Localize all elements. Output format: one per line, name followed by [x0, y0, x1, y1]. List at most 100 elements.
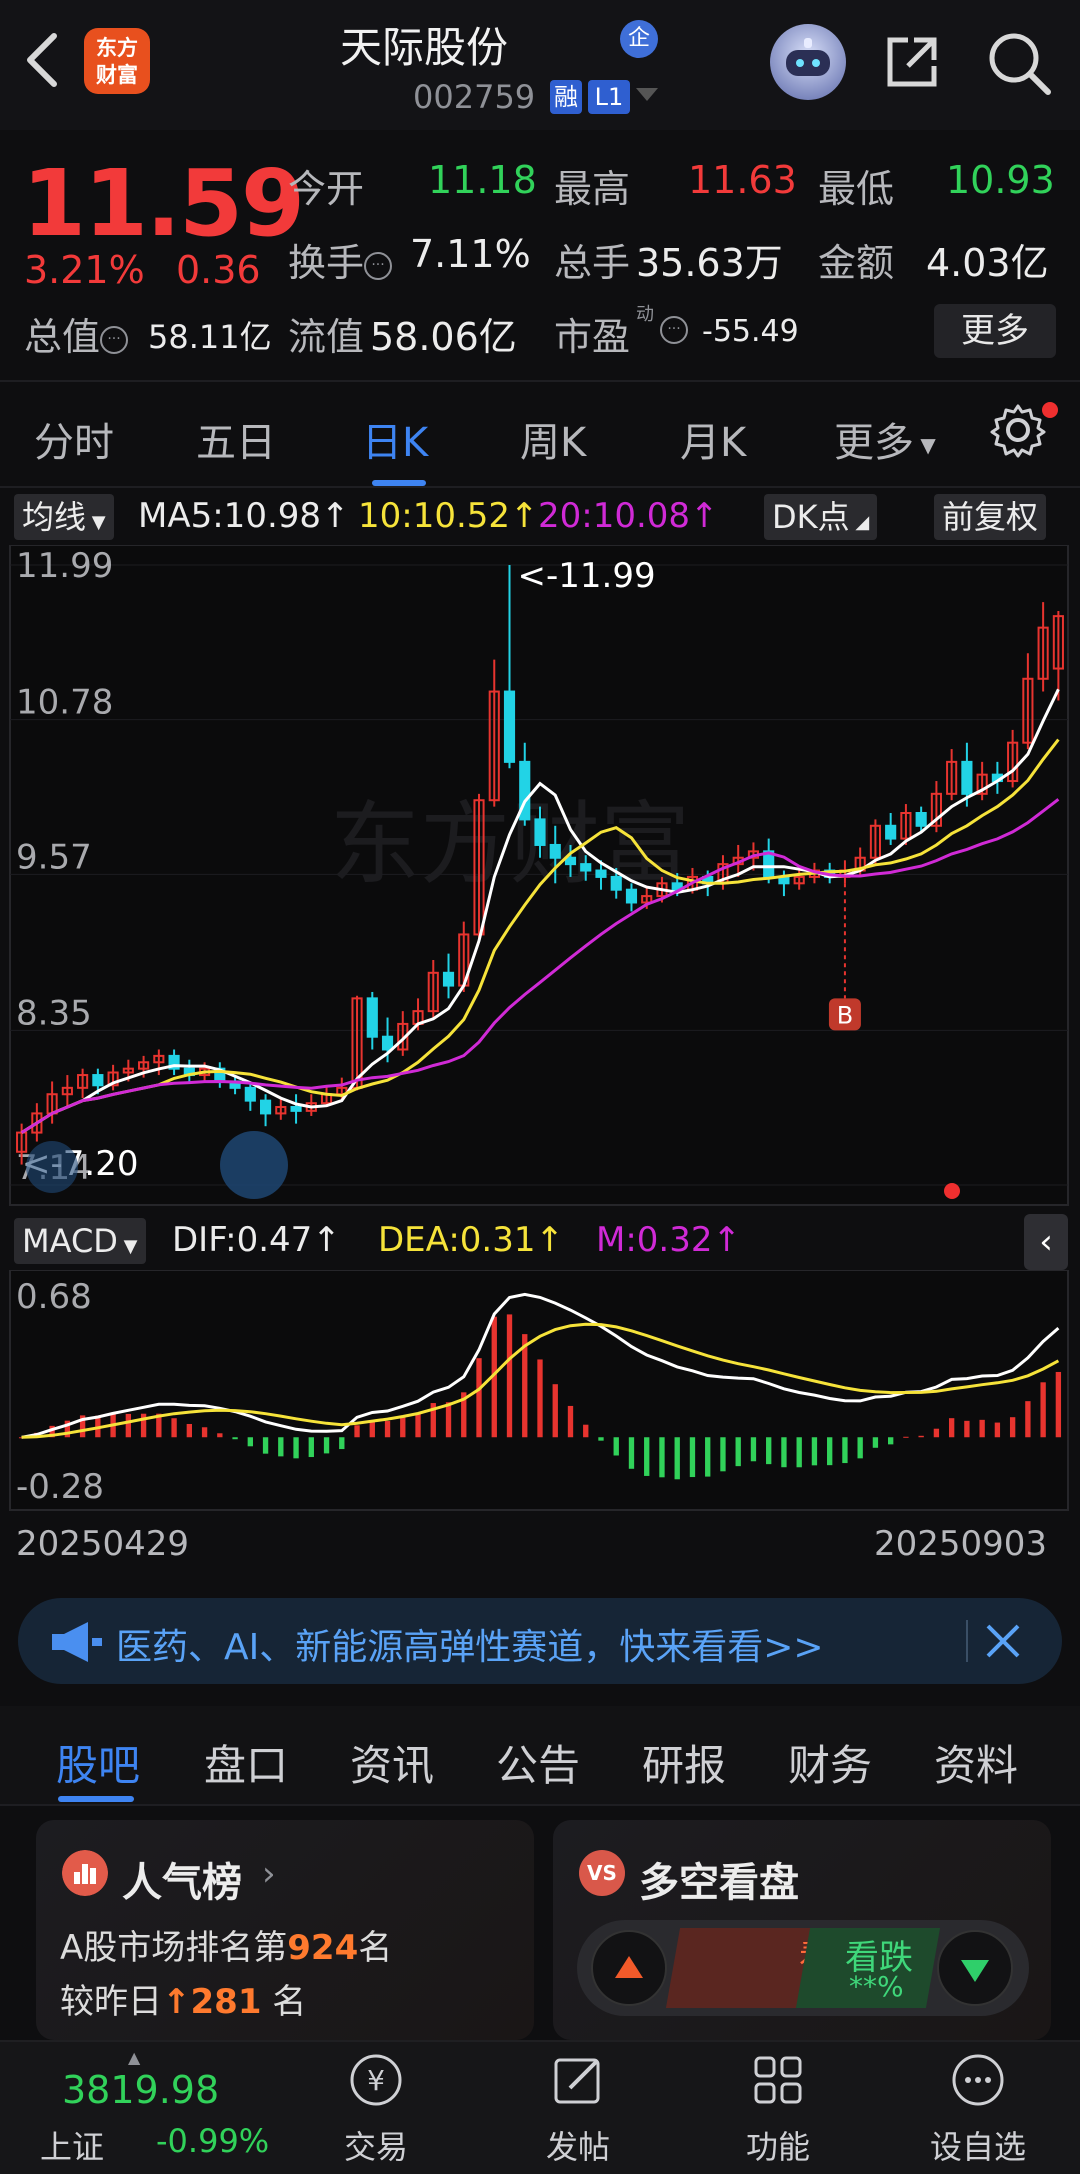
back-arrow-icon[interactable] [18, 30, 68, 90]
macd-bar [598, 1437, 604, 1441]
y-tick-label: 11.99 [16, 546, 113, 586]
kline-tabs: 分时 五日 日K 周K 月K 更多 ▼ [0, 380, 1080, 488]
dk-point-select[interactable]: DK点 ◢ [764, 494, 878, 540]
bottom-nav: ▲ 3819.98 上证 -0.99% ¥ 交易 发帖 功能 设自选 [0, 2040, 1080, 2174]
volume-value: 35.63万 [636, 241, 783, 285]
macd-bar [689, 1437, 696, 1478]
candle-body [259, 1099, 272, 1115]
card-title: 人气榜 [122, 1860, 242, 1906]
info-icon[interactable]: ··· [100, 325, 129, 354]
adjust-select[interactable]: 前复权 [934, 494, 1047, 540]
macd-bar [613, 1437, 619, 1456]
bull-bear-card[interactable]: VS 多空看盘 看涨 **% 看跌 **% [553, 1820, 1051, 2040]
chevron-right-icon: › [262, 1854, 276, 1894]
nav-trade[interactable]: ¥ 交易 [316, 2050, 436, 2168]
y-tick-label: 8.35 [16, 993, 92, 1033]
end-date: 20250903 [874, 1524, 1048, 1564]
float-value: 58.06亿 [370, 315, 517, 359]
info-icon[interactable]: ··· [364, 251, 393, 280]
tab-finance[interactable]: 财务 [788, 1732, 872, 1793]
red-dot [944, 1183, 960, 1199]
candle-body [244, 1086, 256, 1102]
stock-code[interactable]: 002759 [413, 78, 535, 116]
last-price: 11.59 [22, 150, 305, 257]
candle-body [625, 888, 638, 904]
tab-guba[interactable]: 股吧 [56, 1732, 140, 1793]
index-change[interactable]: -0.99% [156, 2122, 269, 2160]
nav-features[interactable]: 功能 [718, 2050, 838, 2168]
macd-bar [125, 1413, 132, 1438]
info-icon[interactable]: ··· [660, 316, 688, 344]
more-quote-button[interactable]: 更多 [934, 304, 1056, 358]
tab-daily-k[interactable]: 日K [362, 410, 428, 468]
logo-text-top: 东方 [96, 36, 138, 60]
gear-icon[interactable] [990, 402, 1046, 458]
dea-value: DEA:0.31↑ [378, 1220, 564, 1260]
candle-body [92, 1074, 104, 1087]
promo-banner[interactable]: 医药、AI、新能源高弹性赛道，快来看看>> [18, 1598, 1062, 1684]
candle-body [534, 818, 546, 846]
triangle-down-icon [961, 1960, 989, 1982]
macd-tick-label: -0.28 [16, 1467, 104, 1507]
bear-vote-button[interactable] [937, 1930, 1013, 2006]
macd-bar [933, 1428, 940, 1438]
tab-profile[interactable]: 资料 [934, 1732, 1018, 1793]
macd-bar [232, 1437, 238, 1440]
macd-bar [583, 1424, 589, 1438]
macd-bar [308, 1437, 314, 1458]
tab-news[interactable]: 资讯 [350, 1732, 434, 1793]
macd-bar [262, 1437, 269, 1454]
macd-bar [522, 1334, 528, 1438]
macd-bar [948, 1418, 955, 1438]
caret-up-icon[interactable]: ▲ [128, 2048, 140, 2067]
tab-monthly-k[interactable]: 月K [680, 410, 746, 468]
svg-text:¥: ¥ [367, 2064, 385, 2097]
float-label: 流值 [288, 315, 365, 359]
collapse-arrow-icon[interactable]: ‹ [1024, 1214, 1068, 1270]
macd-bar [842, 1437, 848, 1464]
expand-icon [220, 1131, 288, 1199]
index-name[interactable]: 上证 [40, 2122, 104, 2168]
triangle-up-icon [615, 1956, 643, 1978]
tab-five-day[interactable]: 五日 [196, 410, 276, 468]
tab-weekly-k[interactable]: 周K [520, 410, 586, 468]
candle-body [595, 869, 607, 878]
macd-tick-label: 0.68 [16, 1277, 92, 1317]
bull-vote-button[interactable] [591, 1930, 667, 2006]
kline-chart[interactable]: 东方财富 11.9910.789.578.357.14 <-11.99<-7.2… [0, 545, 1080, 1210]
candle-body [610, 875, 622, 891]
close-icon[interactable] [978, 1616, 1028, 1666]
turnover-value: 7.11% [410, 232, 531, 276]
mktcap-label: 总值 ··· [24, 306, 129, 361]
ai-assistant-icon[interactable] [770, 24, 846, 100]
nav-post[interactable]: 发帖 [518, 2050, 638, 2168]
ma5-value: MA5:10.98↑ [138, 496, 350, 536]
divider [966, 1620, 968, 1662]
chevron-down-icon[interactable] [636, 88, 658, 101]
macd-bar [674, 1437, 680, 1480]
tab-timeshare[interactable]: 分时 [34, 410, 114, 468]
macd-bar [552, 1384, 558, 1438]
nav-add-watchlist[interactable]: 设自选 [918, 2050, 1038, 2168]
tab-more[interactable]: 更多 ▼ [834, 410, 936, 468]
candle-body [503, 690, 516, 763]
tab-pankou[interactable]: 盘口 [204, 1732, 288, 1793]
app-logo[interactable]: 东方 财富 [84, 28, 150, 94]
ma-select[interactable]: 均线 ▼ [14, 494, 114, 540]
ranking-icon [62, 1850, 108, 1896]
macd-chart[interactable]: 0.68 -0.28 [0, 1270, 1080, 1515]
change-percent: 3.21% [24, 248, 145, 292]
macd-bar [811, 1437, 818, 1466]
tab-research[interactable]: 研报 [642, 1732, 726, 1793]
index-value[interactable]: 3819.98 [62, 2068, 219, 2112]
macd-bar [445, 1402, 452, 1438]
share-icon[interactable] [880, 30, 944, 94]
macd-select[interactable]: MACD ▼ [14, 1218, 146, 1264]
dif-value: DIF:0.47↑ [172, 1220, 341, 1260]
popularity-card[interactable]: 人气榜 › A股市场排名第924名 较昨日↑281 名 [36, 1820, 534, 2040]
macd-bar [659, 1437, 665, 1478]
macd-bar [1009, 1417, 1016, 1438]
search-icon[interactable] [986, 30, 1052, 96]
macd-bar [750, 1437, 757, 1462]
tab-announcements[interactable]: 公告 [496, 1732, 580, 1793]
